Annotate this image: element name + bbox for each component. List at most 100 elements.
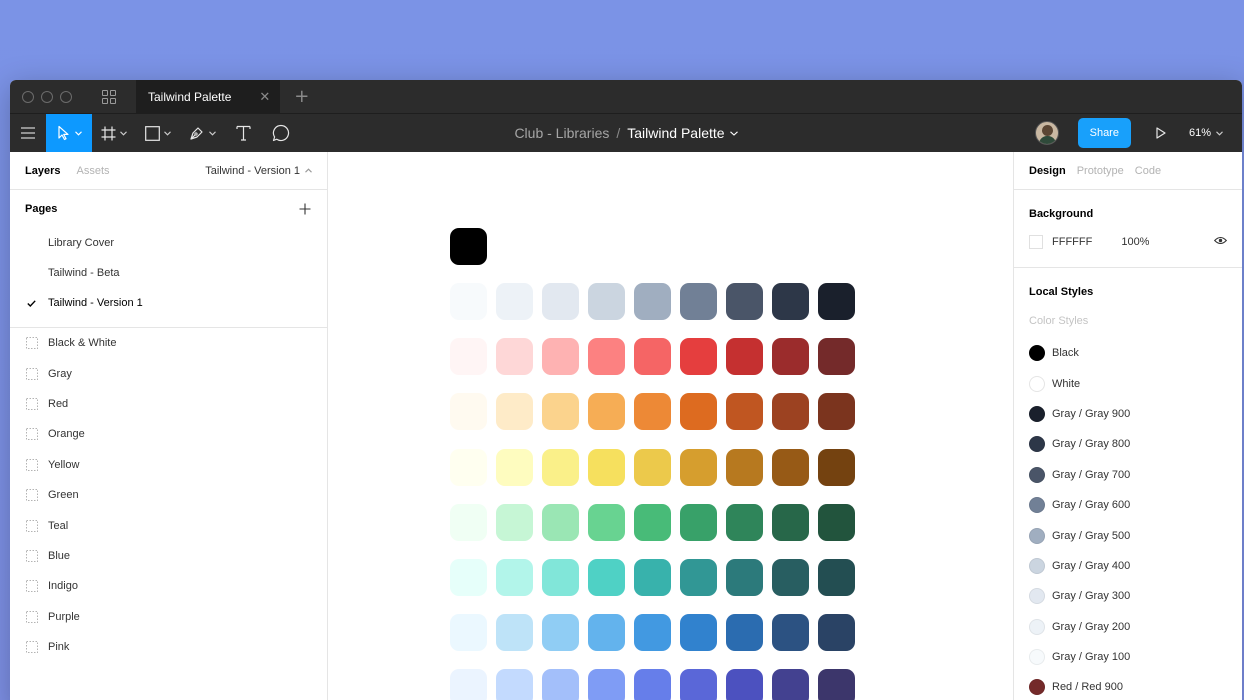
maximize-window-button[interactable] xyxy=(60,90,72,103)
design-canvas[interactable] xyxy=(328,152,1013,700)
close-tab-icon[interactable]: ✕ xyxy=(259,89,270,105)
layer-item[interactable]: Purple xyxy=(10,602,327,632)
color-swatch[interactable] xyxy=(772,393,809,431)
color-swatch[interactable] xyxy=(450,338,487,376)
chevron-down-icon[interactable] xyxy=(729,128,738,139)
color-style-item[interactable]: Gray / Gray 300 xyxy=(1014,581,1242,611)
pen-tool-button[interactable] xyxy=(180,114,224,152)
background-hex-input[interactable]: FFFFFF xyxy=(1052,236,1092,248)
color-swatch[interactable] xyxy=(634,338,671,376)
move-tool-button[interactable] xyxy=(46,114,92,152)
minimize-window-button[interactable] xyxy=(41,90,53,103)
page-item[interactable]: Library Cover xyxy=(10,228,327,258)
color-swatch[interactable] xyxy=(772,559,809,596)
color-swatch[interactable] xyxy=(450,283,487,320)
new-tab-icon[interactable]: + xyxy=(294,86,309,107)
present-button[interactable] xyxy=(1151,127,1171,139)
color-swatch[interactable] xyxy=(634,614,671,652)
layer-item[interactable]: Yellow xyxy=(10,450,327,480)
color-swatch[interactable] xyxy=(634,393,671,431)
color-swatch[interactable] xyxy=(818,338,855,376)
layer-item[interactable]: Orange xyxy=(10,419,327,449)
color-swatch[interactable] xyxy=(450,614,487,652)
color-swatch[interactable] xyxy=(680,338,717,376)
color-swatch[interactable] xyxy=(588,669,625,700)
color-swatch[interactable] xyxy=(542,338,579,376)
color-swatch[interactable] xyxy=(634,503,671,541)
color-swatch[interactable] xyxy=(726,338,763,376)
color-swatch[interactable] xyxy=(818,669,855,700)
color-swatch[interactable] xyxy=(450,669,487,700)
color-swatch[interactable] xyxy=(588,393,625,431)
color-swatch[interactable] xyxy=(726,283,763,320)
color-style-item[interactable]: Gray / Gray 700 xyxy=(1014,460,1242,490)
color-style-item[interactable]: Black xyxy=(1014,338,1242,368)
color-swatch[interactable] xyxy=(680,283,717,320)
layer-item[interactable]: Teal xyxy=(10,510,327,540)
color-swatch[interactable] xyxy=(450,448,487,486)
color-swatch[interactable] xyxy=(726,503,763,541)
layer-item[interactable]: Blue xyxy=(10,541,327,571)
color-swatch[interactable] xyxy=(634,283,671,320)
layer-item[interactable]: Gray xyxy=(10,358,327,388)
version-dropdown[interactable]: Tailwind - Version 1 xyxy=(205,165,312,177)
color-style-item[interactable]: Gray / Gray 900 xyxy=(1014,399,1242,429)
color-swatch[interactable] xyxy=(496,669,533,700)
color-swatch[interactable] xyxy=(496,503,533,541)
color-swatch[interactable] xyxy=(634,559,671,596)
color-swatch[interactable] xyxy=(818,283,855,320)
black-swatch[interactable] xyxy=(450,228,487,265)
color-swatch[interactable] xyxy=(818,559,855,596)
zoom-dropdown[interactable]: 61% xyxy=(1189,127,1223,139)
color-swatch[interactable] xyxy=(496,448,533,486)
close-window-button[interactable] xyxy=(22,90,34,103)
background-opacity-input[interactable]: 100% xyxy=(1121,236,1149,248)
color-swatch[interactable] xyxy=(772,669,809,700)
color-swatch[interactable] xyxy=(818,614,855,652)
color-swatch[interactable] xyxy=(588,338,625,376)
color-swatch[interactable] xyxy=(726,614,763,652)
color-swatch[interactable] xyxy=(680,559,717,596)
color-swatch[interactable] xyxy=(588,448,625,486)
color-swatch[interactable] xyxy=(542,393,579,431)
layer-item[interactable]: Pink xyxy=(10,632,327,662)
share-button[interactable]: Share xyxy=(1077,118,1131,148)
text-tool-button[interactable] xyxy=(224,114,262,152)
frame-tool-button[interactable] xyxy=(92,114,136,152)
color-swatch[interactable] xyxy=(542,448,579,486)
color-swatch[interactable] xyxy=(496,393,533,431)
color-swatch[interactable] xyxy=(726,393,763,431)
color-swatch[interactable] xyxy=(588,614,625,652)
layer-item[interactable]: Green xyxy=(10,480,327,510)
color-swatch[interactable] xyxy=(772,448,809,486)
color-swatch[interactable] xyxy=(680,669,717,700)
tab-code[interactable]: Code xyxy=(1135,165,1161,177)
color-swatch[interactable] xyxy=(772,614,809,652)
shape-tool-button[interactable] xyxy=(136,114,180,152)
main-menu-button[interactable] xyxy=(10,114,46,152)
color-style-item[interactable]: Gray / Gray 400 xyxy=(1014,551,1242,581)
color-swatch[interactable] xyxy=(772,283,809,320)
color-swatch[interactable] xyxy=(818,393,855,431)
color-swatch[interactable] xyxy=(542,559,579,596)
color-swatch[interactable] xyxy=(818,448,855,486)
color-style-item[interactable]: White xyxy=(1014,368,1242,398)
color-swatch[interactable] xyxy=(496,338,533,376)
color-swatch[interactable] xyxy=(634,448,671,486)
add-page-icon[interactable] xyxy=(299,199,311,220)
color-swatch[interactable] xyxy=(772,338,809,376)
color-swatch[interactable] xyxy=(680,503,717,541)
color-swatch[interactable] xyxy=(818,503,855,541)
layer-item[interactable]: Black & White xyxy=(10,328,327,358)
page-item[interactable]: Tailwind - Version 1 xyxy=(10,288,327,318)
color-style-item[interactable]: Gray / Gray 800 xyxy=(1014,429,1242,459)
color-swatch[interactable] xyxy=(496,559,533,596)
color-swatch[interactable] xyxy=(680,393,717,431)
color-swatch[interactable] xyxy=(542,503,579,541)
color-swatch[interactable] xyxy=(634,669,671,700)
color-style-item[interactable]: Gray / Gray 500 xyxy=(1014,520,1242,550)
breadcrumb-team[interactable]: Club - Libraries xyxy=(514,125,609,141)
color-swatch[interactable] xyxy=(588,503,625,541)
color-swatch[interactable] xyxy=(450,393,487,431)
layer-item[interactable]: Red xyxy=(10,389,327,419)
